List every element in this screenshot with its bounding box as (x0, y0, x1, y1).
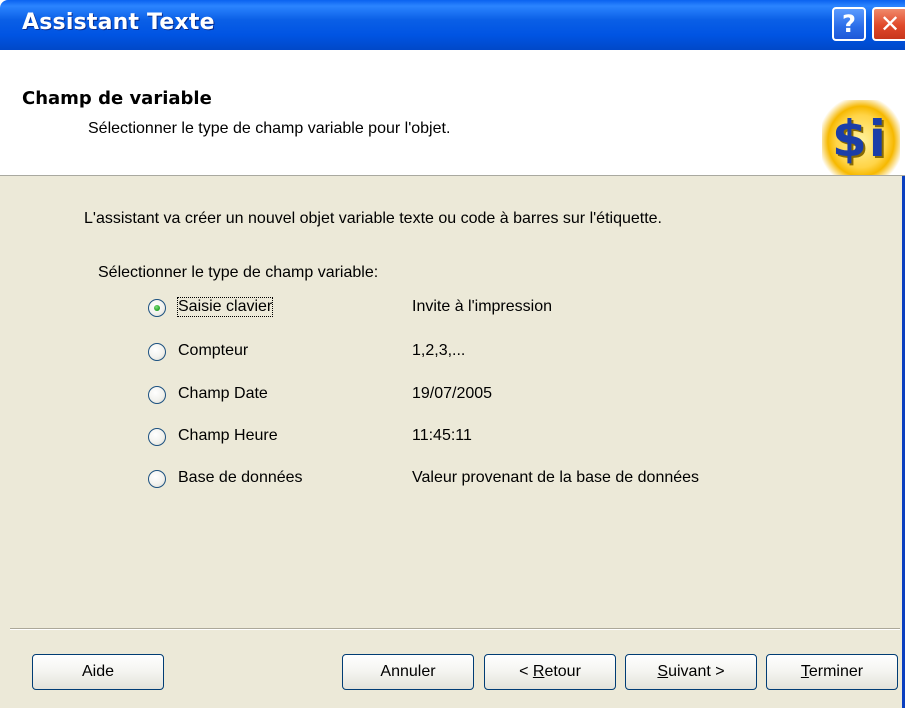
option-description: Valeur provenant de la base de données (412, 469, 700, 486)
option-champ-heure[interactable]: Champ Heure 11:45:11 (148, 425, 848, 451)
option-compteur[interactable]: Compteur 1,2,3,... (148, 340, 848, 366)
back-label-rest: etour (544, 663, 581, 680)
title-bar[interactable]: Assistant Texte ? ✕ (0, 0, 905, 50)
dialog-window: Assistant Texte ? ✕ Champ de variable Sé… (0, 0, 905, 708)
finish-mnemonic: T (800, 663, 809, 680)
option-base-de-donnees[interactable]: Base de données Valeur provenant de la b… (148, 467, 848, 493)
back-button[interactable]: < Retour (484, 654, 616, 690)
variable-logo-icon: $i (822, 100, 900, 175)
close-icon[interactable]: ✕ (872, 7, 905, 41)
finish-label-rest: erminer (808, 663, 864, 680)
footer-separator (10, 628, 900, 630)
help-icon[interactable]: ? (832, 7, 866, 41)
radio-button[interactable] (148, 470, 166, 488)
radio-button[interactable] (148, 428, 166, 446)
next-button[interactable]: Suivant > (625, 654, 757, 690)
next-mnemonic: S (657, 663, 669, 680)
option-champ-date[interactable]: Champ Date 19/07/2005 (148, 383, 848, 409)
radio-button[interactable] (148, 386, 166, 404)
back-mnemonic: R (532, 663, 545, 680)
finish-button[interactable]: Terminer (766, 654, 898, 690)
radio-button[interactable] (148, 343, 166, 361)
option-label[interactable]: Base de données (178, 469, 303, 487)
option-label[interactable]: Champ Heure (178, 427, 278, 445)
option-label[interactable]: Champ Date (178, 385, 268, 403)
window-title: Assistant Texte (22, 10, 215, 35)
help-button[interactable]: Aide (32, 654, 164, 690)
cancel-button[interactable]: Annuler (342, 654, 474, 690)
page-title: Champ de variable (22, 88, 212, 109)
option-label[interactable]: Saisie clavier (176, 297, 274, 317)
option-label[interactable]: Compteur (178, 342, 248, 360)
option-saisie-clavier[interactable]: Saisie clavier Invite à l'impression (148, 296, 848, 322)
option-description: 19/07/2005 (412, 385, 493, 402)
page-subtitle: Sélectionner le type de champ variable p… (88, 120, 451, 137)
wizard-body: L'assistant va créer un nouvel objet var… (0, 176, 905, 708)
option-description: Invite à l'impression (412, 298, 552, 315)
back-prefix: < (519, 663, 533, 680)
radio-button-checked[interactable] (148, 299, 166, 317)
intro-text: L'assistant va créer un nouvel objet var… (84, 210, 662, 227)
next-label-rest: uivant > (668, 663, 725, 680)
logo-text: $i (832, 110, 888, 168)
field-type-label: Sélectionner le type de champ variable: (98, 264, 379, 281)
option-description: 11:45:11 (412, 427, 472, 444)
wizard-header: Champ de variable Sélectionner le type d… (0, 50, 905, 176)
option-description: 1,2,3,... (412, 342, 466, 359)
